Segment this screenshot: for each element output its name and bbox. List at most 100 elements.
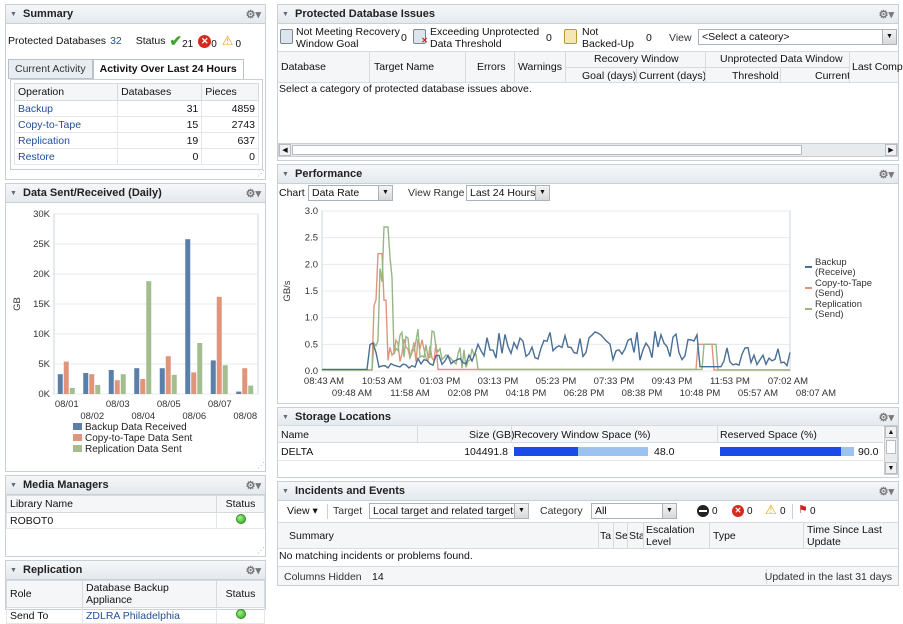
incidents-empty-message: No matching incidents or problems found. xyxy=(279,550,473,562)
legend-label: Copy-to-Tape Data Sent xyxy=(85,433,193,444)
col-type[interactable]: Type xyxy=(713,530,736,542)
chevron-down-icon[interactable]: ▼ xyxy=(514,504,528,518)
recovery-window-bar xyxy=(514,447,648,456)
gear-icon[interactable]: ⚙▾ xyxy=(879,411,894,424)
category-select[interactable]: <Select a cateory> ▼ xyxy=(698,29,897,45)
filter-not-meeting-recovery[interactable]: Not Meeting Recovery Window Goal xyxy=(296,26,400,50)
chevron-down-icon[interactable]: ▼ xyxy=(882,30,896,44)
col-errors[interactable]: Errors xyxy=(477,61,506,73)
media-managers-panel: ▼ Media Managers ⚙▾ Library Name Status ROB… xyxy=(5,475,266,557)
collapse-icon[interactable]: ▼ xyxy=(282,413,291,422)
col-database[interactable]: Database xyxy=(281,61,326,73)
bar xyxy=(95,385,101,394)
col-threshold[interactable]: Threshold xyxy=(732,70,779,82)
col-last-completed[interactable]: Last Comp xyxy=(852,61,903,73)
tab-activity-24h[interactable]: Activity Over Last 24 Hours xyxy=(92,59,244,79)
collapse-icon[interactable]: ▼ xyxy=(10,566,19,575)
bar xyxy=(134,368,140,394)
issues-header: ▼ Protected Database Issues ⚙▾ xyxy=(278,5,898,24)
col-current[interactable]: Current xyxy=(815,70,850,82)
bar xyxy=(140,379,146,394)
data-sent-chart: 0K5K10K15K20K25K30KGB08/0108/0208/0308/0… xyxy=(12,209,259,455)
critical-count[interactable]: 0 xyxy=(747,506,753,517)
collapse-icon[interactable]: ▼ xyxy=(282,170,291,179)
col-goal-days[interactable]: Goal (days) xyxy=(582,70,636,82)
collapse-icon[interactable]: ▼ xyxy=(10,481,19,490)
operation-link[interactable]: Replication xyxy=(18,135,70,147)
gear-icon[interactable]: ⚙▾ xyxy=(246,187,261,200)
filter-exceeding-unprotected[interactable]: Exceeding Unprotected Data Threshold xyxy=(430,26,539,50)
database-error-icon: ✕ xyxy=(413,29,428,45)
col-reserved-space[interactable]: Reserved Space (%) xyxy=(720,429,817,441)
resize-grip[interactable]: ⋰ xyxy=(257,169,265,178)
gear-icon[interactable]: ⚙▾ xyxy=(879,485,894,498)
collapse-icon[interactable]: ▼ xyxy=(10,189,19,198)
filter-count[interactable]: 0 xyxy=(546,32,552,44)
fatal-count[interactable]: 0 xyxy=(712,506,718,517)
col-target-type[interactable]: Ta xyxy=(600,530,611,542)
filter-count[interactable]: 0 xyxy=(646,32,652,44)
scroll-left-icon[interactable]: ◀ xyxy=(279,144,291,156)
scroll-up-icon[interactable]: ▲ xyxy=(885,426,897,438)
horizontal-scrollbar[interactable]: ◀ ▶ xyxy=(278,143,898,157)
gear-icon[interactable]: ⚙▾ xyxy=(246,564,261,577)
warning-count[interactable]: 0 xyxy=(235,39,241,50)
bar xyxy=(146,281,152,394)
col-size[interactable]: Size (GB) xyxy=(469,429,515,441)
data-sent-panel: ▼ Data Sent/Received (Daily) ⚙▾ 0K 5K 10K 15K… xyxy=(5,183,266,472)
error-count[interactable]: 0 xyxy=(211,39,217,50)
view-menu[interactable]: View ▾ xyxy=(287,505,318,517)
chevron-down-icon[interactable]: ▼ xyxy=(378,186,392,200)
protected-databases-count[interactable]: 32 xyxy=(110,35,122,47)
operation-link[interactable]: Backup xyxy=(18,103,53,115)
gear-icon[interactable]: ⚙▾ xyxy=(246,479,261,492)
col-escalation-level[interactable]: Escalation Level xyxy=(646,524,696,548)
chevron-down-icon[interactable]: ▼ xyxy=(662,504,676,518)
operation-link[interactable]: Copy-to-Tape xyxy=(18,119,81,131)
resize-grip[interactable]: ⋰ xyxy=(257,461,265,470)
tab-current-activity[interactable]: Current Activity xyxy=(8,59,93,79)
warning-icon: ⚠ xyxy=(221,33,234,48)
scroll-down-icon[interactable]: ▼ xyxy=(885,462,897,474)
scrollbar-thumb[interactable] xyxy=(292,145,802,155)
filter-count[interactable]: 0 xyxy=(401,32,407,44)
bar xyxy=(114,380,120,394)
warning-count[interactable]: 0 xyxy=(780,506,786,517)
col-warnings[interactable]: Warnings xyxy=(518,61,562,73)
bar xyxy=(69,388,75,394)
target-select[interactable]: Local target and related targets ▼ xyxy=(369,503,529,519)
gear-icon[interactable]: ⚙▾ xyxy=(879,168,894,181)
col-status[interactable]: Sta xyxy=(629,530,643,542)
table-row: Restore 0 0 xyxy=(13,148,259,165)
col-summary[interactable]: Summary xyxy=(289,530,334,542)
legend-label: Backup Data Received xyxy=(85,422,187,433)
collapse-icon[interactable]: ▼ xyxy=(10,10,19,19)
collapse-icon[interactable]: ▼ xyxy=(282,10,291,19)
issues-filter-bar: Not Meeting Recovery Window Goal 0 ✕ Exce… xyxy=(278,25,898,51)
scrollbar-thumb[interactable] xyxy=(886,440,896,454)
columns-hidden-count[interactable]: 14 xyxy=(372,571,384,583)
flag-count[interactable]: 0 xyxy=(810,506,816,517)
vertical-scrollbar[interactable]: ▲ ▼ xyxy=(884,425,898,475)
operation-link[interactable]: Restore xyxy=(18,151,55,163)
chart-select[interactable]: Data Rate ▼ xyxy=(308,185,393,201)
col-target-name[interactable]: Target Name xyxy=(374,61,434,73)
filter-not-backed-up[interactable]: Not Backed-Up xyxy=(582,26,634,50)
col-time-since-update[interactable]: Time Since Last Update xyxy=(807,524,893,548)
ok-count[interactable]: 21 xyxy=(182,39,193,50)
gear-icon[interactable]: ⚙▾ xyxy=(879,8,894,21)
col-severity[interactable]: Se xyxy=(615,530,628,542)
view-range-select[interactable]: Last 24 Hours ▼ xyxy=(466,185,550,201)
gear-icon[interactable]: ⚙▾ xyxy=(246,8,261,21)
col-recovery-window-space[interactable]: Recovery Window Space (%) xyxy=(514,429,651,441)
legend-swatch xyxy=(73,445,82,452)
collapse-icon[interactable]: ▼ xyxy=(282,487,291,496)
resize-grip[interactable]: ⋰ xyxy=(257,546,265,555)
category-filter-select[interactable]: All ▼ xyxy=(591,503,677,519)
col-current-days[interactable]: Current (days) xyxy=(639,70,706,82)
col-name[interactable]: Name xyxy=(281,429,309,441)
scroll-right-icon[interactable]: ▶ xyxy=(885,144,897,156)
appliance-link[interactable]: ZDLRA Philadelphia xyxy=(86,610,180,622)
view-range-value: Last 24 Hours xyxy=(470,187,536,199)
chevron-down-icon[interactable]: ▼ xyxy=(535,186,549,200)
